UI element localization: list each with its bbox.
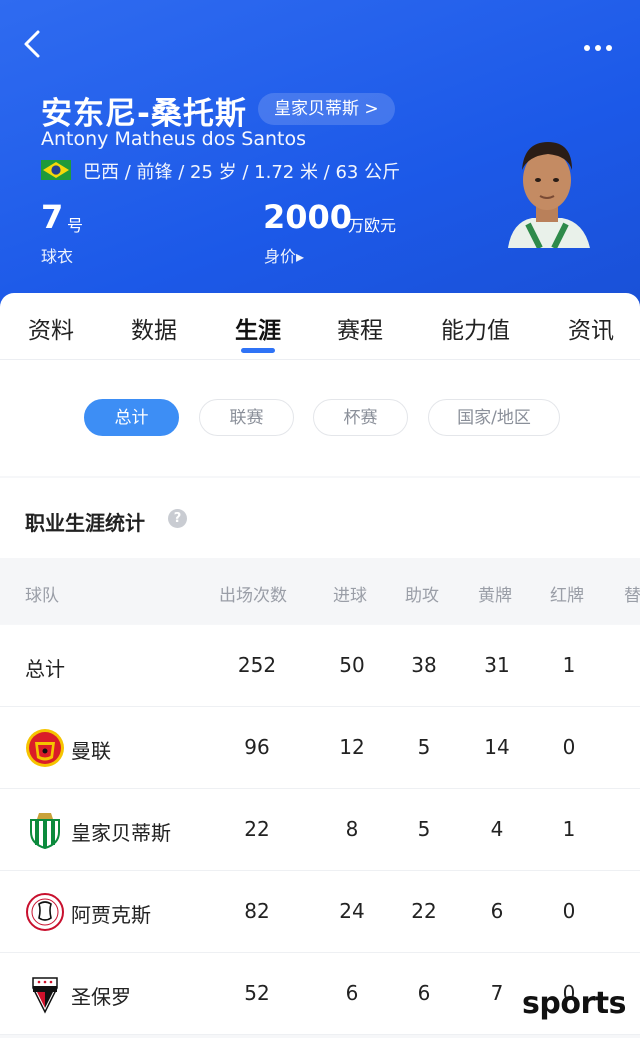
red-cell: 1 [562,817,576,841]
tab-profile[interactable]: 资料 [28,311,74,345]
goals-cell: 8 [345,817,359,841]
team-name: 曼联 [71,739,111,763]
shirt-number-unit: 号 [67,216,84,235]
table-header: 球队 出场次数 进球 助攻 黄牌 红牌 替 [0,558,640,624]
col-goals: 进球 [333,586,367,606]
filter-national[interactable]: 国家/地区 [428,399,560,436]
filter-bar: 总计 联赛 杯赛 国家/地区 [0,360,640,476]
apps-cell: 96 [244,735,270,759]
sao-paulo-crest-icon [32,977,58,1014]
assists-cell: 6 [417,981,431,1005]
col-sub: 替 [624,586,640,606]
assists-cell: 38 [411,653,437,677]
red-cell: 0 [562,899,576,923]
ajax-crest-icon [26,893,64,931]
apps-cell: 82 [244,899,270,923]
back-arrow-icon[interactable] [18,26,50,62]
shirt-number: 7 [41,198,64,236]
col-team: 球队 [25,586,59,606]
player-photo [508,142,590,248]
help-icon[interactable]: ? [168,509,187,528]
apps-cell: 252 [237,653,277,677]
assists-cell: 5 [417,735,431,759]
red-cell: 1 [562,653,576,677]
watermark-logo: sports [522,986,626,1021]
filter-total[interactable]: 总计 [84,399,179,436]
apps-cell: 22 [244,817,270,841]
tab-ability[interactable]: 能力值 [441,311,510,345]
team-name: 阿贾克斯 [71,903,151,927]
tab-data[interactable]: 数据 [131,311,177,345]
tab-career[interactable]: 生涯 [235,311,281,345]
brazil-flag-icon [41,160,71,180]
player-header: 安东尼-桑托斯 皇家贝蒂斯 > Antony Matheus dos Santo… [0,0,640,320]
market-value-link[interactable]: 身价▸ [264,243,304,267]
tab-bar: 资料 数据 生涯 赛程 能力值 资讯 [0,293,640,360]
career-stats-header: 职业生涯统计 ? [0,478,640,558]
apps-cell: 52 [244,981,270,1005]
tab-news[interactable]: 资讯 [568,311,614,345]
team-name: 圣保罗 [71,985,131,1009]
team-name: 总计 [25,657,65,681]
assists-cell: 5 [417,817,431,841]
market-value-unit: 万欧元 [348,216,397,235]
market-value: 2000 [263,198,353,236]
filter-league[interactable]: 联赛 [199,399,294,436]
player-full-name: Antony Matheus dos Santos [41,128,306,150]
real-betis-crest-icon [30,813,60,850]
player-info: 巴西 / 前锋 / 25 岁 / 1.72 米 / 63 公斤 [83,162,401,183]
col-apps: 出场次数 [219,586,287,606]
more-dots-icon[interactable] [584,36,620,51]
yellow-cell: 4 [490,817,504,841]
tab-schedule[interactable]: 赛程 [337,311,383,345]
goals-cell: 50 [339,653,365,677]
yellow-cell: 7 [490,981,504,1005]
filter-cup[interactable]: 杯赛 [313,399,408,436]
col-red: 红牌 [550,586,584,606]
yellow-cell: 31 [484,653,510,677]
table-row[interactable]: 阿贾克斯 82 24 22 6 0 [0,871,640,953]
goals-cell: 12 [339,735,365,759]
player-name: 安东尼-桑托斯 [41,96,247,132]
goals-cell: 24 [339,899,365,923]
table-row[interactable]: 皇家贝蒂斯 22 8 5 4 1 [0,789,640,871]
table-row[interactable]: 曼联 96 12 5 14 0 [0,707,640,789]
club-link[interactable]: 皇家贝蒂斯 > [258,93,395,125]
red-cell: 0 [562,735,576,759]
col-assists: 助攻 [405,586,439,606]
yellow-cell: 14 [484,735,510,759]
table-row[interactable]: 总计 252 50 38 31 1 [0,625,640,707]
assists-cell: 22 [411,899,437,923]
active-tab-indicator [241,348,275,353]
man-utd-crest-icon [26,729,64,767]
team-name: 皇家贝蒂斯 [71,821,171,845]
shirt-label: 球衣 [41,247,74,266]
section-title: 职业生涯统计 [25,511,145,535]
yellow-cell: 6 [490,899,504,923]
goals-cell: 6 [345,981,359,1005]
col-yellow: 黄牌 [478,586,512,606]
